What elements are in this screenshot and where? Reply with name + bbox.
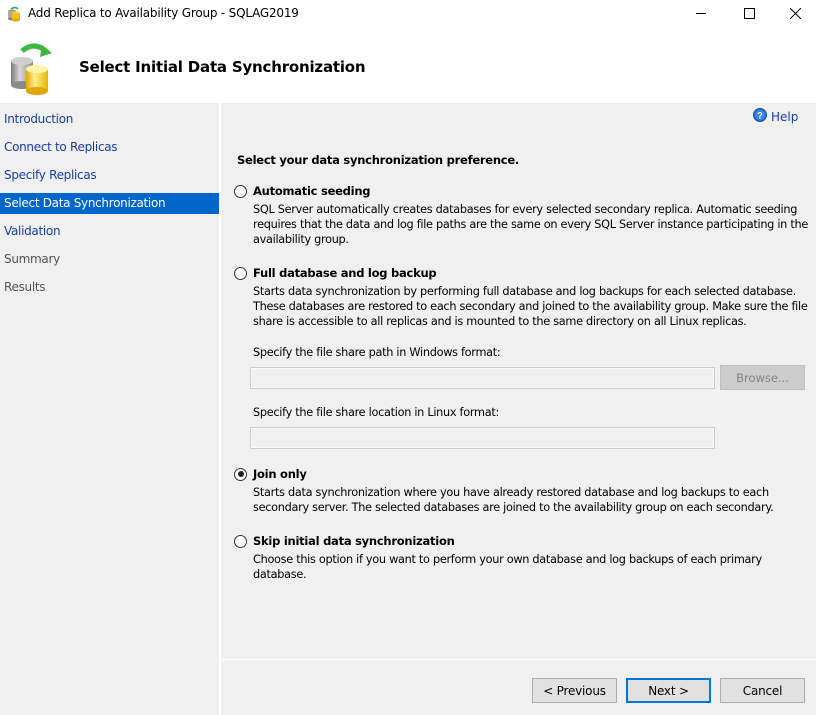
minimize-icon xyxy=(695,8,707,22)
sidebar-item-validation[interactable]: Validation xyxy=(0,221,219,242)
option-description: Choose this option if you want to perfor… xyxy=(253,553,762,581)
sync-preference-prompt: Select your data synchronization prefere… xyxy=(237,153,520,167)
next-button[interactable]: Next > xyxy=(626,678,711,703)
join-only-radio[interactable]: Join only xyxy=(234,466,809,482)
skip-sync-radio[interactable]: Skip initial data synchronization xyxy=(234,533,809,549)
option-label: Skip initial data synchronization xyxy=(253,534,455,548)
option-description: Starts data synchronization where you ha… xyxy=(253,486,774,514)
sidebar-item-summary: Summary xyxy=(4,252,60,266)
maximize-button[interactable] xyxy=(726,0,772,29)
close-button[interactable] xyxy=(772,0,816,29)
option-label: Join only xyxy=(253,467,307,481)
sidebar-item-results: Results xyxy=(4,280,46,294)
browse-button: Browse... xyxy=(720,365,805,390)
cancel-button[interactable]: Cancel xyxy=(720,678,805,703)
windows-path-label: Specify the file share path in Windows f… xyxy=(253,346,501,359)
linux-path-input xyxy=(250,427,715,449)
linux-path-label: Specify the file share location in Linux… xyxy=(253,406,499,419)
option-join-only: Join only Starts data synchronization wh… xyxy=(234,466,809,515)
maximize-icon xyxy=(743,7,755,22)
radio-button[interactable] xyxy=(234,184,247,198)
footer-divider xyxy=(221,659,816,660)
previous-button[interactable]: < Previous xyxy=(532,678,617,703)
radio-button-selected[interactable] xyxy=(234,467,247,481)
main-panel: ? Help Select your data synchronization … xyxy=(221,103,816,659)
option-automatic-seeding: Automatic seeding SQL Server automatical… xyxy=(234,183,809,247)
windows-path-input xyxy=(250,367,715,389)
help-label: Help xyxy=(771,109,799,124)
option-skip-sync: Skip initial data synchronization Choose… xyxy=(234,533,809,582)
sidebar-item-introduction[interactable]: Introduction xyxy=(0,109,219,130)
automatic-seeding-radio[interactable]: Automatic seeding xyxy=(234,183,809,199)
wizard-steps-sidebar: Introduction Connect to Replicas Specify… xyxy=(0,103,219,715)
window-title: Add Replica to Availability Group - SQLA… xyxy=(28,6,299,20)
option-description: Starts data synchronization by performin… xyxy=(253,285,808,328)
option-description: SQL Server automatically creates databas… xyxy=(253,203,808,246)
sidebar-item-select-data-synchronization[interactable]: Select Data Synchronization xyxy=(0,193,219,214)
page-header: Select Initial Data Synchronization xyxy=(0,29,816,103)
full-backup-radio[interactable]: Full database and log backup xyxy=(234,265,809,281)
svg-text:?: ? xyxy=(757,111,763,121)
option-full-backup: Full database and log backup Starts data… xyxy=(234,265,809,329)
option-label: Automatic seeding xyxy=(253,184,371,198)
option-label: Full database and log backup xyxy=(253,266,437,280)
sidebar-item-specify-replicas[interactable]: Specify Replicas xyxy=(0,165,219,186)
title-bar: Add Replica to Availability Group - SQLA… xyxy=(0,0,816,29)
help-icon: ? xyxy=(753,108,767,125)
radio-button[interactable] xyxy=(234,534,247,548)
app-icon xyxy=(6,6,22,22)
minimize-button[interactable] xyxy=(678,0,724,29)
radio-button[interactable] xyxy=(234,266,247,280)
help-link[interactable]: ? Help xyxy=(753,108,798,125)
close-icon xyxy=(789,7,801,22)
database-sync-icon xyxy=(8,39,58,95)
page-title: Select Initial Data Synchronization xyxy=(79,58,366,76)
sidebar-item-connect-to-replicas[interactable]: Connect to Replicas xyxy=(0,137,219,158)
